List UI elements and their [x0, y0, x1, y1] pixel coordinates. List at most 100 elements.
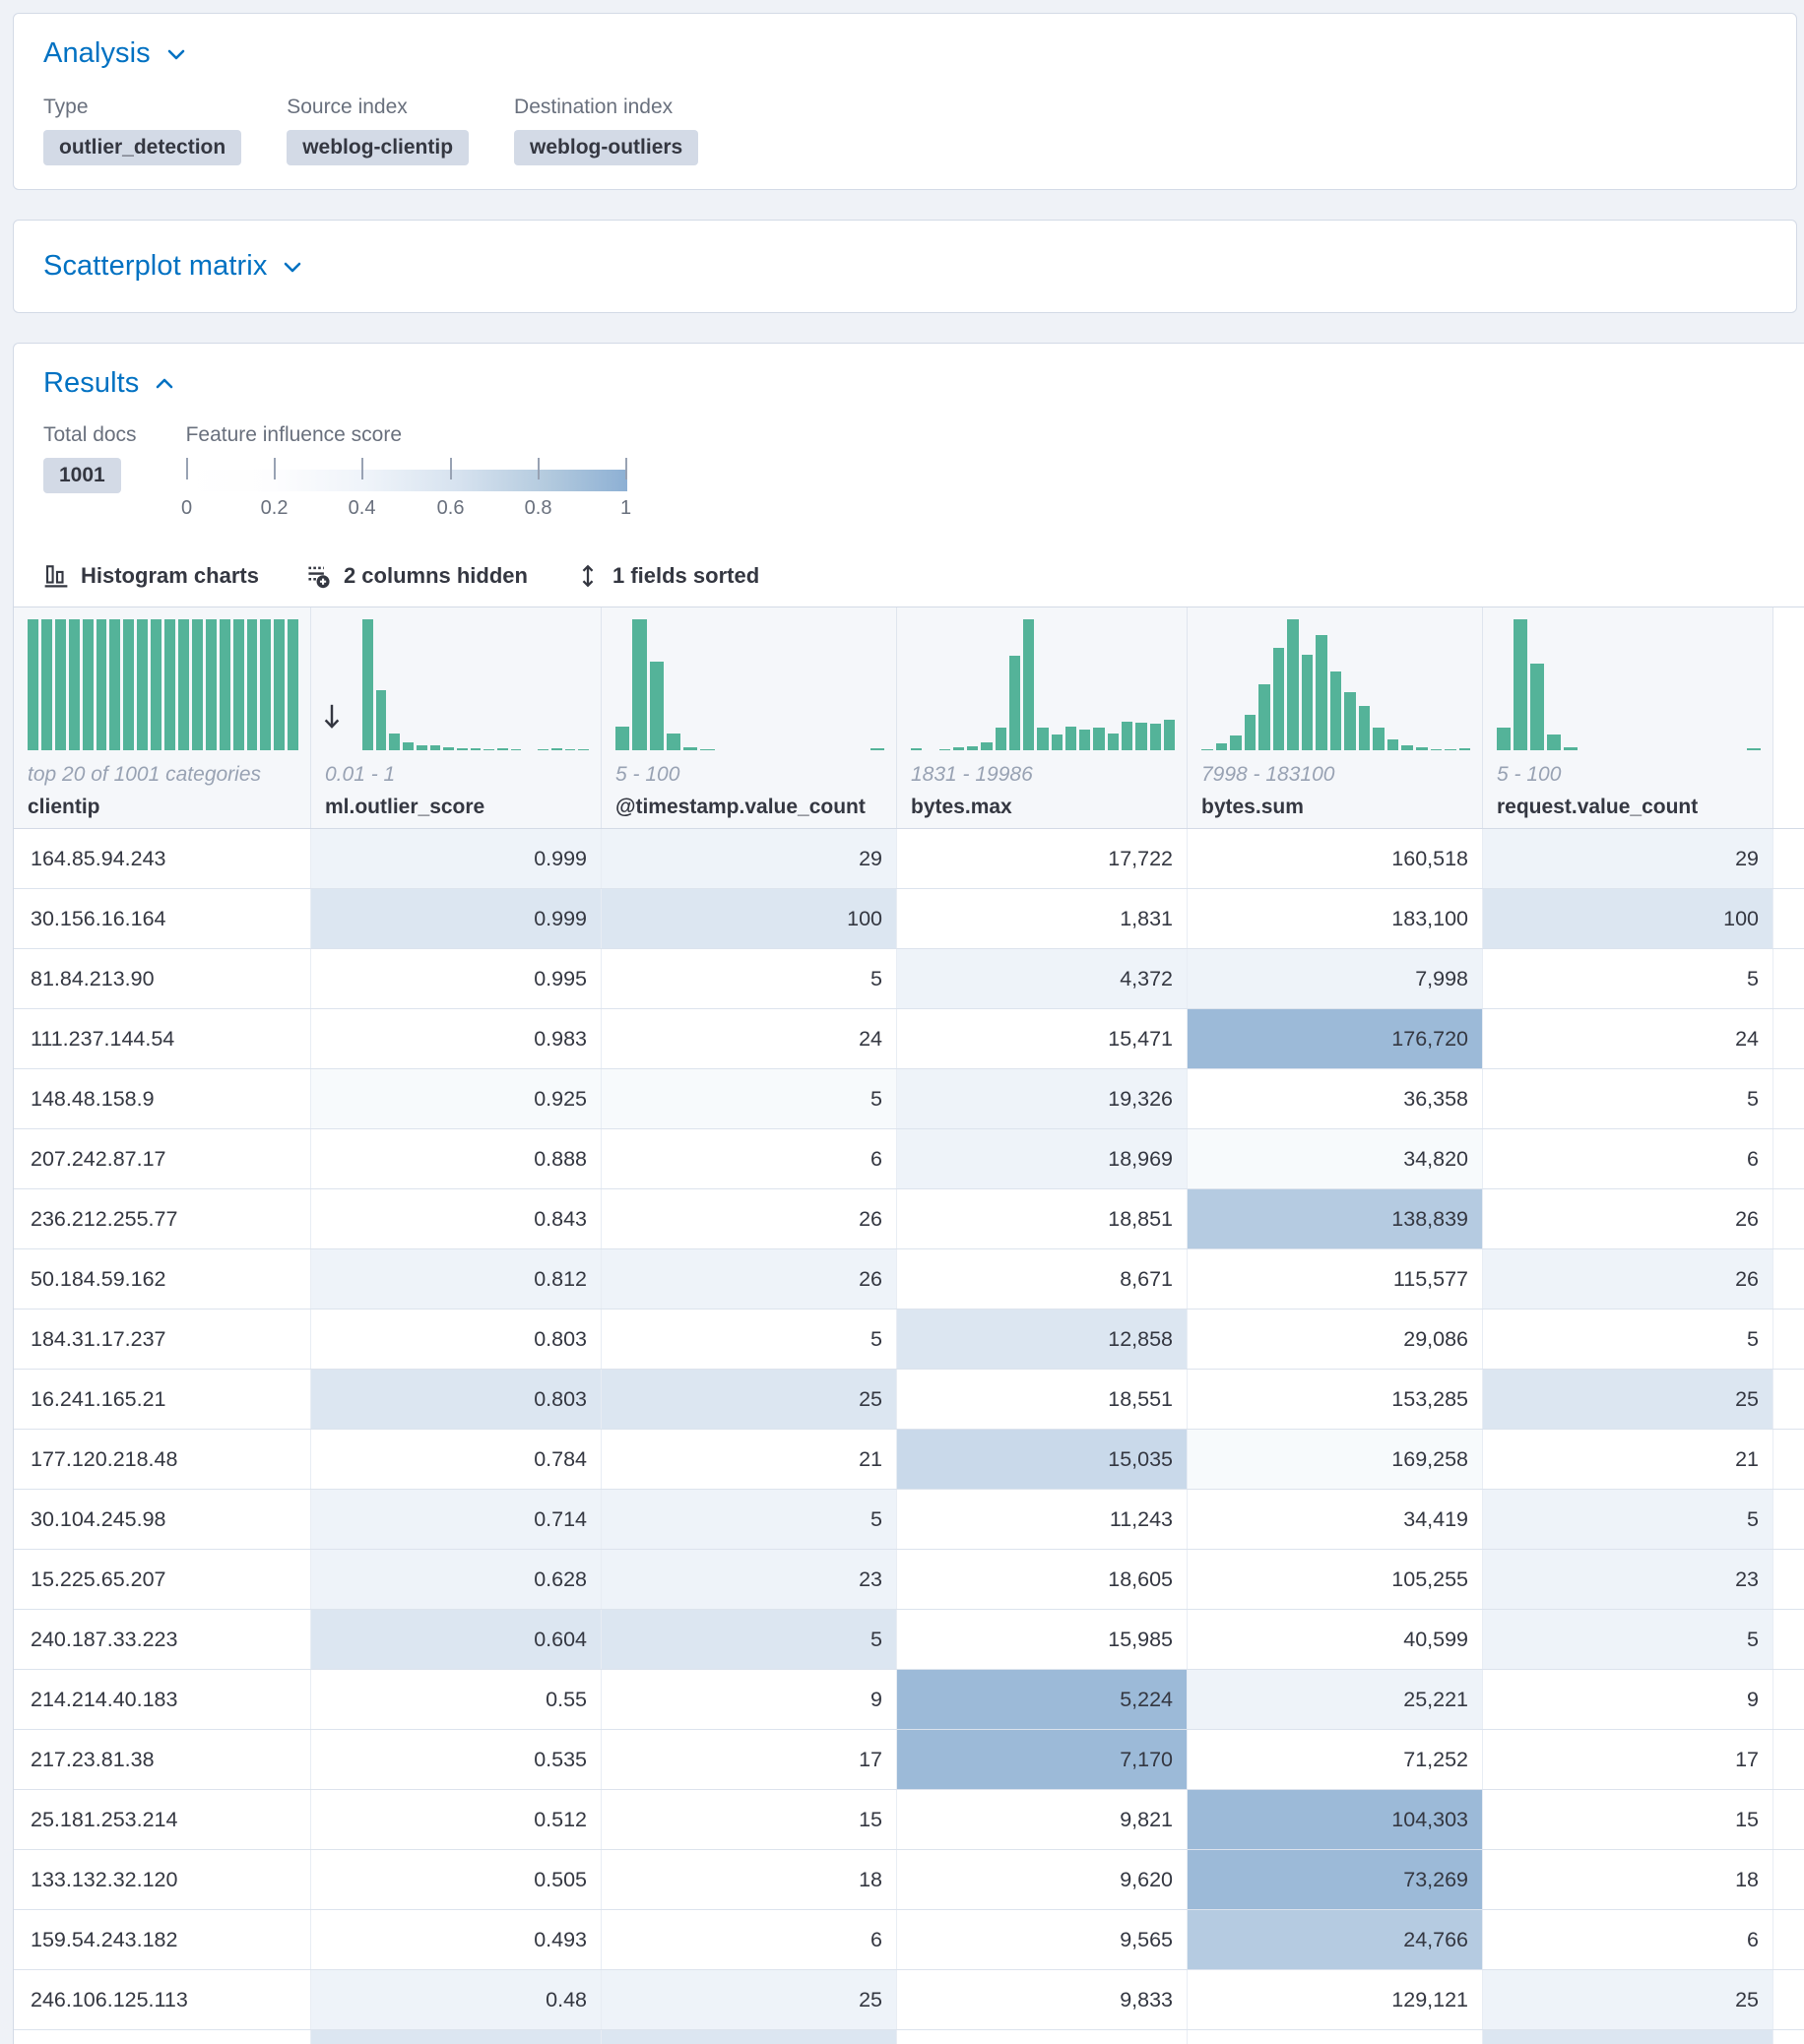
- value-cell[interactable]: 6: [602, 1129, 897, 1188]
- column-header-clientip[interactable]: top 20 of 1001 categoriesclientip: [14, 607, 311, 828]
- value-cell[interactable]: 0.48: [311, 1970, 602, 2029]
- value-cell[interactable]: 34,419: [1188, 1490, 1483, 1549]
- value-cell[interactable]: 104,303: [1188, 1790, 1483, 1849]
- value-cell[interactable]: 0.493: [311, 1910, 602, 1969]
- value-cell[interactable]: 69,983: [1188, 2030, 1483, 2044]
- value-cell[interactable]: 0.983: [311, 1009, 602, 1068]
- value-cell[interactable]: 5: [602, 949, 897, 1008]
- value-cell[interactable]: [1773, 2030, 1804, 2044]
- value-cell[interactable]: 24: [602, 1009, 897, 1068]
- value-cell[interactable]: 115,577: [1188, 1249, 1483, 1309]
- value-cell[interactable]: 9: [1483, 1670, 1773, 1729]
- value-cell[interactable]: 5: [1483, 1610, 1773, 1669]
- value-cell[interactable]: 10: [602, 2030, 897, 2044]
- clientip-cell[interactable]: 236.212.255.77: [14, 1189, 311, 1248]
- value-cell[interactable]: 11,243: [897, 1490, 1188, 1549]
- value-cell[interactable]: [1773, 1069, 1804, 1128]
- value-cell[interactable]: [1773, 1670, 1804, 1729]
- value-cell[interactable]: 0.512: [311, 1790, 602, 1849]
- value-cell[interactable]: [1773, 1790, 1804, 1849]
- value-cell[interactable]: 5,224: [897, 1670, 1188, 1729]
- value-cell[interactable]: 0.999: [311, 829, 602, 888]
- value-cell[interactable]: 0.925: [311, 1069, 602, 1128]
- value-cell[interactable]: 0.843: [311, 1189, 602, 1248]
- value-cell[interactable]: 0.784: [311, 1430, 602, 1489]
- clientip-cell[interactable]: 133.132.32.120: [14, 1850, 311, 1909]
- clientip-cell[interactable]: 81.84.213.90: [14, 949, 311, 1008]
- scatterplot-accordion-toggle[interactable]: Scatterplot matrix: [43, 250, 1767, 283]
- clientip-cell[interactable]: 217.23.81.38: [14, 1730, 311, 1789]
- value-cell[interactable]: 71,252: [1188, 1730, 1483, 1789]
- value-cell[interactable]: 7,170: [897, 1730, 1188, 1789]
- value-cell[interactable]: 9,565: [897, 1910, 1188, 1969]
- value-cell[interactable]: 18,851: [897, 1189, 1188, 1248]
- value-cell[interactable]: 36,358: [1188, 1069, 1483, 1128]
- value-cell[interactable]: 6: [1483, 1910, 1773, 1969]
- value-cell[interactable]: 18,969: [897, 1129, 1188, 1188]
- value-cell[interactable]: [1773, 889, 1804, 948]
- value-cell[interactable]: 0.505: [311, 1850, 602, 1909]
- value-cell[interactable]: 0.999: [311, 889, 602, 948]
- value-cell[interactable]: 0.55: [311, 1670, 602, 1729]
- value-cell[interactable]: [1773, 1970, 1804, 2029]
- value-cell[interactable]: 9,620: [897, 1850, 1188, 1909]
- value-cell[interactable]: 5: [1483, 1069, 1773, 1128]
- value-cell[interactable]: 153,285: [1188, 1370, 1483, 1429]
- value-cell[interactable]: [1773, 829, 1804, 888]
- value-cell[interactable]: 29: [602, 829, 897, 888]
- value-cell[interactable]: 21: [1483, 1430, 1773, 1489]
- value-cell[interactable]: 0.803: [311, 1309, 602, 1369]
- value-cell[interactable]: 0.803: [311, 1370, 602, 1429]
- value-cell[interactable]: 24,766: [1188, 1910, 1483, 1969]
- value-cell[interactable]: 0.714: [311, 1490, 602, 1549]
- clientip-cell[interactable]: 240.187.33.223: [14, 1610, 311, 1669]
- column-header-request.value_count[interactable]: 5 - 100request.value_count: [1483, 607, 1773, 828]
- columns-hidden-button[interactable]: 2 columns hidden: [306, 563, 528, 589]
- value-cell[interactable]: 129,121: [1188, 1970, 1483, 2029]
- value-cell[interactable]: 26: [602, 1249, 897, 1309]
- value-cell[interactable]: 29: [1483, 829, 1773, 888]
- value-cell[interactable]: [1773, 1490, 1804, 1549]
- value-cell[interactable]: 9,833: [897, 1970, 1188, 2029]
- value-cell[interactable]: [1773, 949, 1804, 1008]
- value-cell[interactable]: 5: [602, 1610, 897, 1669]
- column-header-bytes.sum[interactable]: 7998 - 183100bytes.sum: [1188, 607, 1483, 828]
- clientip-cell[interactable]: 207.242.87.17: [14, 1129, 311, 1188]
- value-cell[interactable]: 5: [602, 1069, 897, 1128]
- value-cell[interactable]: 18,605: [897, 1550, 1188, 1609]
- clientip-cell[interactable]: 177.120.218.48: [14, 1430, 311, 1489]
- value-cell[interactable]: 0.535: [311, 1730, 602, 1789]
- value-cell[interactable]: 5: [602, 1490, 897, 1549]
- histogram-charts-button[interactable]: Histogram charts: [43, 563, 259, 589]
- value-cell[interactable]: 4,372: [897, 949, 1188, 1008]
- value-cell[interactable]: 0.888: [311, 1129, 602, 1188]
- value-cell[interactable]: 5: [1483, 1490, 1773, 1549]
- value-cell[interactable]: 100: [1483, 889, 1773, 948]
- results-accordion-toggle[interactable]: Results: [43, 367, 1774, 400]
- value-cell[interactable]: [1773, 1129, 1804, 1188]
- value-cell[interactable]: 40,599: [1188, 1610, 1483, 1669]
- value-cell[interactable]: 10: [1483, 2030, 1773, 2044]
- value-cell[interactable]: 15: [1483, 1790, 1773, 1849]
- value-cell[interactable]: 176,720: [1188, 1009, 1483, 1068]
- value-cell[interactable]: 9,166: [897, 2030, 1188, 2044]
- value-cell[interactable]: 23: [1483, 1550, 1773, 1609]
- clientip-cell[interactable]: 184.31.17.237: [14, 1309, 311, 1369]
- column-header-bytes.max[interactable]: 1831 - 19986bytes.max: [897, 607, 1188, 828]
- value-cell[interactable]: [1773, 1730, 1804, 1789]
- value-cell[interactable]: 8,671: [897, 1249, 1188, 1309]
- value-cell[interactable]: 6: [1483, 1129, 1773, 1188]
- value-cell[interactable]: [1773, 1550, 1804, 1609]
- value-cell[interactable]: 0.812: [311, 1249, 602, 1309]
- clientip-cell[interactable]: 159.54.243.182: [14, 1910, 311, 1969]
- value-cell[interactable]: 23: [602, 1550, 897, 1609]
- column-header-ml.outlier_score[interactable]: 0.01 - 1ml.outlier_score: [311, 607, 602, 828]
- value-cell[interactable]: 18: [602, 1850, 897, 1909]
- value-cell[interactable]: 26: [1483, 1249, 1773, 1309]
- value-cell[interactable]: 9: [602, 1670, 897, 1729]
- value-cell[interactable]: 17: [1483, 1730, 1773, 1789]
- value-cell[interactable]: [1773, 1850, 1804, 1909]
- value-cell[interactable]: 0.628: [311, 1550, 602, 1609]
- value-cell[interactable]: 24: [1483, 1009, 1773, 1068]
- value-cell[interactable]: 138,839: [1188, 1189, 1483, 1248]
